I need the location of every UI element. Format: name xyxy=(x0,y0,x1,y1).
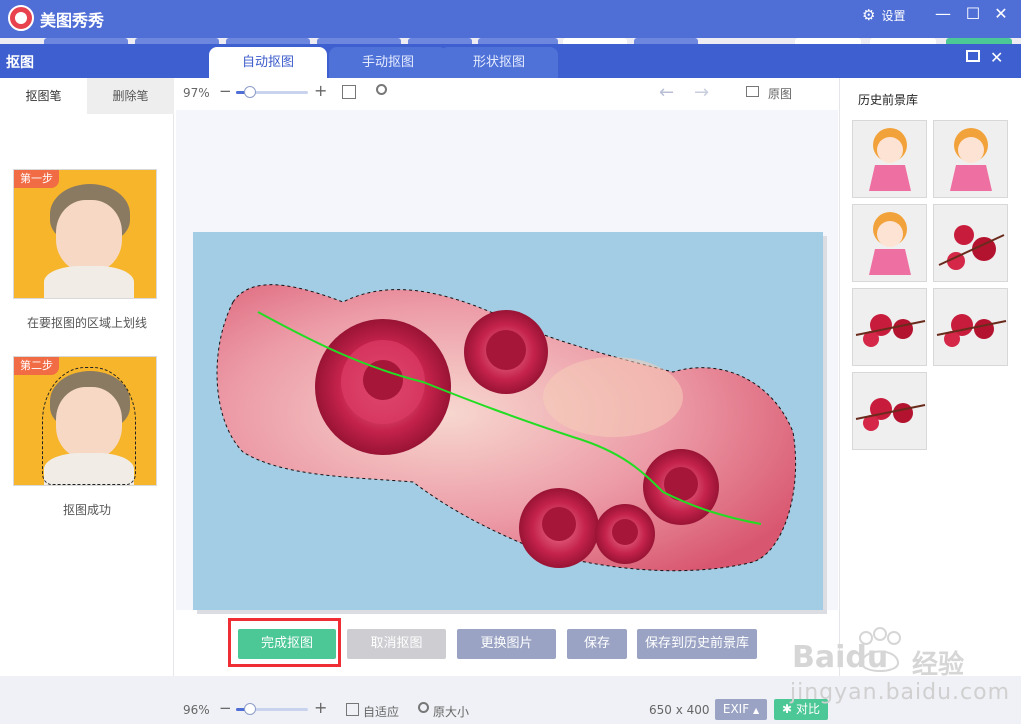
exif-label: EXIF xyxy=(722,702,750,716)
history-thumb-red-flowers[interactable] xyxy=(933,288,1008,366)
cartoon-girl-icon xyxy=(869,212,911,275)
baby-body xyxy=(44,266,134,298)
flower-right xyxy=(643,449,719,525)
canvas-toolbar xyxy=(174,78,838,110)
history-thumb-red-flowers[interactable] xyxy=(852,288,927,366)
history-thumb-cartoon-girl[interactable] xyxy=(852,204,927,282)
magnify-icon[interactable] xyxy=(376,84,387,95)
watermark-brand: Baidu xyxy=(792,640,889,675)
original-image-button[interactable]: 原图 xyxy=(768,85,792,102)
tab-auto-cutout[interactable]: 自动抠图 xyxy=(209,47,327,78)
status-zoom-percent: 96% xyxy=(183,703,210,717)
tab-shape-cutout[interactable]: 形状抠图 xyxy=(440,47,558,78)
gear-icon: ⚙ xyxy=(862,6,876,24)
app-title: 美图秀秀 xyxy=(40,11,105,30)
edited-photo[interactable] xyxy=(193,232,823,610)
window-close-button[interactable]: ✕ xyxy=(990,4,1012,23)
flower-bottom-small xyxy=(595,504,655,564)
cutout-outline xyxy=(42,367,136,485)
highlight-frame xyxy=(228,618,341,667)
history-thumb-red-flowers[interactable] xyxy=(933,204,1008,282)
zoom-percent: 97% xyxy=(183,86,210,100)
settings-label: 设置 xyxy=(881,8,906,23)
history-thumb-cartoon-girl[interactable] xyxy=(852,120,927,198)
flower-large xyxy=(315,319,451,455)
dialog-close-button[interactable]: ✕ xyxy=(990,48,1003,67)
baidu-jingyan-watermark: Baidu 经验 xyxy=(792,626,1002,685)
zoom-slider-handle[interactable] xyxy=(244,86,256,98)
tab-manual-cutout[interactable]: 手动抠图 xyxy=(329,47,447,78)
redo-arrow-icon[interactable]: → xyxy=(694,82,709,103)
step-one-badge: 第一步 xyxy=(14,170,59,188)
fit-screen-icon[interactable] xyxy=(342,85,356,99)
exif-button[interactable]: EXIF ▲ xyxy=(715,699,767,720)
zoom-out-button[interactable]: − xyxy=(219,82,232,100)
fit-screen-icon[interactable] xyxy=(346,703,359,716)
image-dimensions: 650 x 400 xyxy=(649,703,710,717)
status-zoom-slider-handle[interactable] xyxy=(244,703,256,715)
zoom-in-button[interactable]: + xyxy=(314,81,327,100)
cancel-cutout-button[interactable]: 取消抠图 xyxy=(347,629,446,659)
window-maximize-button[interactable]: ☐ xyxy=(962,4,984,23)
settings-button[interactable]: ⚙ 设置 xyxy=(862,6,905,24)
watermark-suffix: 经验 xyxy=(912,650,965,680)
red-flowers-icon xyxy=(936,314,1007,347)
tab-cutout-pen[interactable]: 抠图笔 xyxy=(0,78,87,114)
step-two-caption: 抠图成功 xyxy=(62,503,111,517)
photo-artwork xyxy=(216,284,797,572)
red-flowers-icon xyxy=(855,314,926,347)
history-thumb-cartoon-girl[interactable] xyxy=(933,120,1008,198)
watermark-url: jingyan.baidu.com xyxy=(790,680,1011,705)
history-thumb-red-flowers[interactable] xyxy=(852,372,927,450)
red-flowers-icon xyxy=(938,225,1005,270)
flower-medium xyxy=(464,310,548,394)
save-to-history-library-button[interactable]: 保存到历史前景库 xyxy=(637,629,757,659)
step-two-badge: 第二步 xyxy=(14,357,59,375)
step-one-caption: 在要抠图的区域上划线 xyxy=(26,316,147,330)
dialog-title: 抠图 xyxy=(6,55,34,71)
cartoon-girl-icon xyxy=(869,128,911,191)
history-library-title: 历史前景库 xyxy=(858,93,919,107)
baby-face xyxy=(56,200,122,272)
cartoon-girl-icon xyxy=(950,128,992,191)
save-button[interactable]: 保存 xyxy=(567,629,627,659)
undo-arrow-icon[interactable]: ← xyxy=(659,82,674,103)
fit-to-window-button[interactable]: 自适应 xyxy=(363,703,399,720)
window-minimize-button[interactable]: — xyxy=(932,4,954,23)
tab-erase-pen[interactable]: 删除笔 xyxy=(87,78,174,114)
app-logo-icon xyxy=(8,5,34,31)
dialog-maximize-button[interactable] xyxy=(966,50,980,62)
original-image-icon[interactable] xyxy=(746,86,759,97)
replace-image-button[interactable]: 更换图片 xyxy=(457,629,556,659)
magnify-icon[interactable] xyxy=(418,702,429,713)
watercolor-highlight xyxy=(543,357,683,437)
step-one-example-image: 第一步 xyxy=(13,169,157,299)
flower-bottom-left xyxy=(519,488,599,568)
step-two-example-image: 第二步 xyxy=(13,356,157,486)
status-zoom-out-button[interactable]: − xyxy=(219,699,232,717)
original-size-button[interactable]: 原大小 xyxy=(433,703,469,720)
red-flowers-icon xyxy=(855,398,926,431)
status-zoom-in-button[interactable]: + xyxy=(314,698,327,717)
caret-up-icon: ▲ xyxy=(752,706,760,715)
